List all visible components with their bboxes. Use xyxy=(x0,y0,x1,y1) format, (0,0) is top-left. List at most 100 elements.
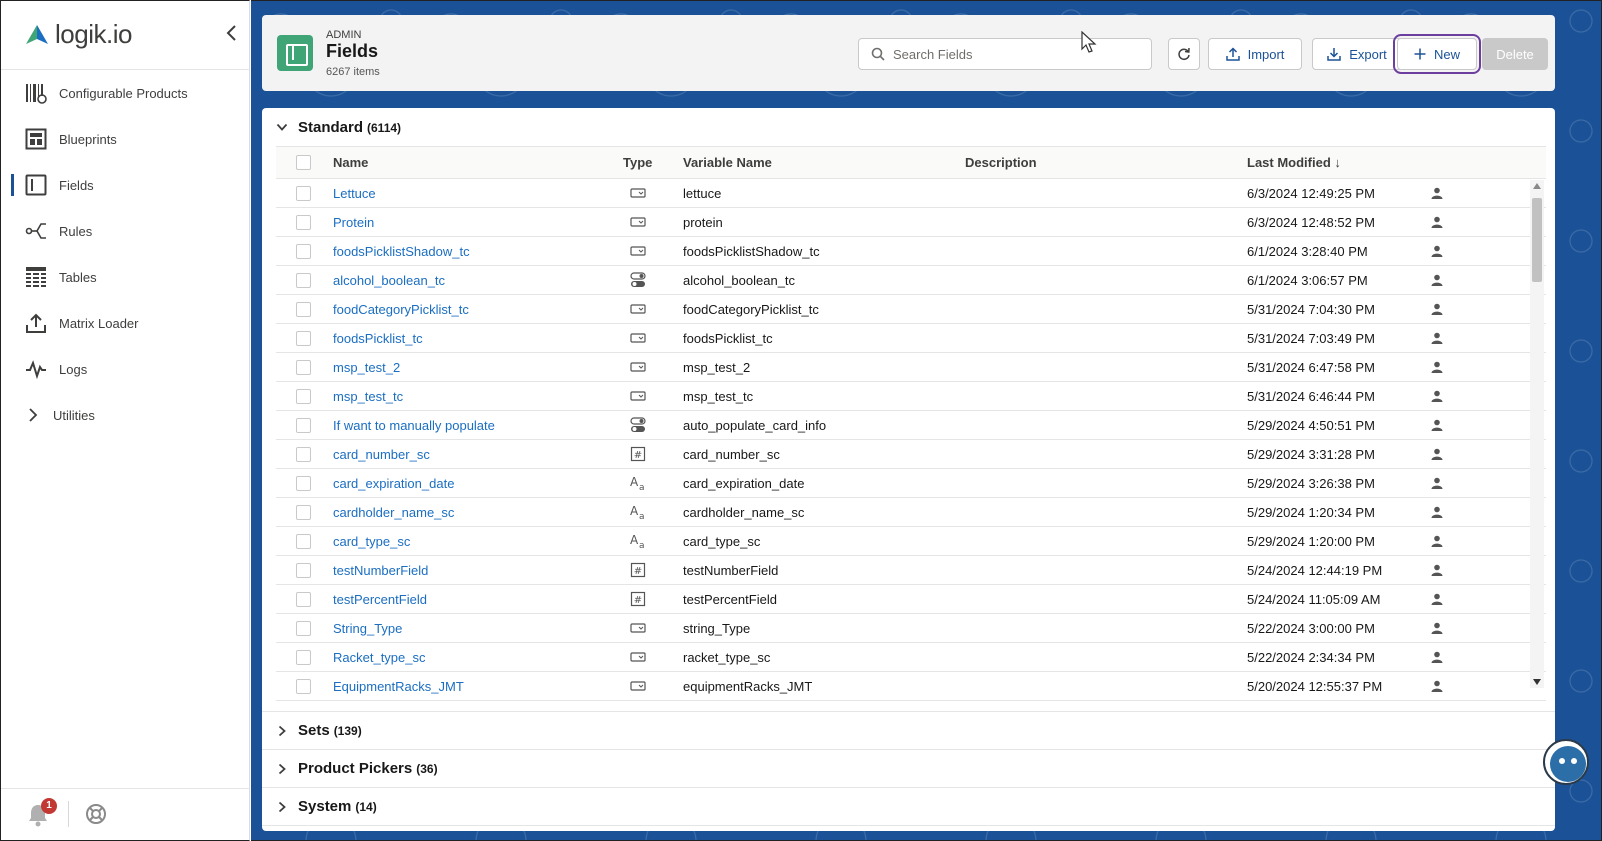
table-row[interactable]: alcohol_boolean_tc alcohol_boolean_tc 6/1/… xyxy=(276,266,1546,295)
field-name-link[interactable]: cardholder_name_sc xyxy=(333,505,454,520)
row-checkbox[interactable] xyxy=(296,620,311,636)
row-checkbox[interactable] xyxy=(296,243,311,259)
row-checkbox[interactable] xyxy=(296,446,311,462)
table-row[interactable]: card_type_sc Aa card_type_sc 5/29/2024 1:20… xyxy=(276,527,1546,556)
user-icon[interactable] xyxy=(1407,448,1467,460)
user-icon[interactable] xyxy=(1407,506,1467,518)
user-icon[interactable] xyxy=(1407,216,1467,228)
row-checkbox[interactable] xyxy=(296,678,311,694)
field-name-link[interactable]: EquipmentRacks_JMT xyxy=(333,679,464,694)
table-row[interactable]: testNumberField # testNumberField 5/24/2024… xyxy=(276,556,1546,585)
user-icon[interactable] xyxy=(1407,274,1467,286)
row-checkbox[interactable] xyxy=(296,388,311,404)
table-row[interactable]: Lettuce lettuce 6/3/2024 12:49:25 PM xyxy=(276,179,1546,208)
table-scrollbar[interactable] xyxy=(1530,180,1544,688)
assistant-bot-icon[interactable] xyxy=(1543,739,1589,785)
sidebar-item-rules[interactable]: Rules xyxy=(1,208,250,254)
row-checkbox[interactable] xyxy=(296,185,311,201)
user-icon[interactable] xyxy=(1407,361,1467,373)
field-name-link[interactable]: card_expiration_date xyxy=(333,476,454,491)
row-checkbox[interactable] xyxy=(296,359,311,375)
user-icon[interactable] xyxy=(1407,390,1467,402)
field-name-link[interactable]: String_Type xyxy=(333,621,402,636)
user-icon[interactable] xyxy=(1407,303,1467,315)
row-checkbox[interactable] xyxy=(296,504,311,520)
system-section-header[interactable]: System (14) xyxy=(262,788,1555,826)
row-checkbox[interactable] xyxy=(296,301,311,317)
row-checkbox[interactable] xyxy=(296,330,311,346)
collapse-sidebar-icon[interactable] xyxy=(223,23,241,43)
scroll-up-icon[interactable] xyxy=(1533,183,1541,189)
sidebar-item-logs[interactable]: Logs xyxy=(1,346,250,392)
table-row[interactable]: Protein protein 6/3/2024 12:48:52 PM xyxy=(276,208,1546,237)
select-all-checkbox[interactable] xyxy=(296,155,311,170)
field-name-link[interactable]: If want to manually populate xyxy=(333,418,495,433)
app-logo[interactable]: logik.io xyxy=(25,19,132,50)
table-row[interactable]: String_Type string_Type 5/22/2024 3:00:00 … xyxy=(276,614,1546,643)
field-name-link[interactable]: card_number_sc xyxy=(333,447,430,462)
table-row[interactable]: msp_test_tc msp_test_tc 5/31/2024 6:46:44 … xyxy=(276,382,1546,411)
sidebar-item-tables[interactable]: Tables xyxy=(1,254,250,300)
delete-button[interactable]: Delete xyxy=(1482,38,1548,70)
field-name-link[interactable]: msp_test_tc xyxy=(333,389,403,404)
field-name-link[interactable]: card_type_sc xyxy=(333,534,410,549)
table-row[interactable]: foodCategoryPicklist_tc foodCategoryPickl… xyxy=(276,295,1546,324)
user-icon[interactable] xyxy=(1407,680,1467,692)
field-name-link[interactable]: alcohol_boolean_tc xyxy=(333,273,445,288)
field-name-link[interactable]: foodsPicklist_tc xyxy=(333,331,423,346)
row-checkbox[interactable] xyxy=(296,475,311,491)
table-row[interactable]: cardholder_name_sc Aa cardholder_name_sc 5/… xyxy=(276,498,1546,527)
column-header-name[interactable]: Name xyxy=(333,155,623,170)
field-name-link[interactable]: foodCategoryPicklist_tc xyxy=(333,302,469,317)
sidebar-item-matrix-loader[interactable]: Matrix Loader xyxy=(1,300,250,346)
row-checkbox[interactable] xyxy=(296,417,311,433)
row-checkbox[interactable] xyxy=(296,591,311,607)
table-row[interactable]: card_number_sc # card_number_sc 5/29/2024 3… xyxy=(276,440,1546,469)
table-row[interactable]: EquipmentRacks_JMT equipmentRacks_JMT 5/20… xyxy=(276,672,1546,701)
column-header-description[interactable]: Description xyxy=(965,155,1247,170)
sets-section-header[interactable]: Sets (139) xyxy=(262,712,1555,750)
new-button[interactable]: New xyxy=(1393,34,1481,74)
refresh-button[interactable] xyxy=(1168,38,1200,70)
user-icon[interactable] xyxy=(1407,187,1467,199)
row-checkbox[interactable] xyxy=(296,562,311,578)
field-name-link[interactable]: Protein xyxy=(333,215,374,230)
scroll-down-icon[interactable] xyxy=(1533,679,1541,685)
row-checkbox[interactable] xyxy=(296,272,311,288)
table-row[interactable]: testPercentField # testPercentField 5/24/20… xyxy=(276,585,1546,614)
table-row[interactable]: card_expiration_date Aa card_expiration_da… xyxy=(276,469,1546,498)
sidebar-item-fields[interactable]: Fields xyxy=(1,162,250,208)
import-button[interactable]: Import xyxy=(1208,38,1302,70)
table-row[interactable]: msp_test_2 msp_test_2 5/31/2024 6:47:58 PM xyxy=(276,353,1546,382)
column-header-type[interactable]: Type xyxy=(623,155,683,170)
field-name-link[interactable]: foodsPicklistShadow_tc xyxy=(333,244,470,259)
table-row[interactable]: Racket_type_sc racket_type_sc 5/22/2024 2:… xyxy=(276,643,1546,672)
help-lifebuoy-icon[interactable] xyxy=(85,803,107,825)
user-icon[interactable] xyxy=(1407,535,1467,547)
row-checkbox[interactable] xyxy=(296,214,311,230)
user-icon[interactable] xyxy=(1407,651,1467,663)
table-row[interactable]: If want to manually populate auto_populat… xyxy=(276,411,1546,440)
user-icon[interactable] xyxy=(1407,332,1467,344)
field-name-link[interactable]: testPercentField xyxy=(333,592,427,607)
product-pickers-section-header[interactable]: Product Pickers (36) xyxy=(262,750,1555,788)
user-icon[interactable] xyxy=(1407,564,1467,576)
user-icon[interactable] xyxy=(1407,419,1467,431)
table-row[interactable]: foodsPicklistShadow_tc foodsPicklistShado… xyxy=(276,237,1546,266)
export-button[interactable]: Export xyxy=(1312,38,1402,70)
column-header-modified[interactable]: Last Modified ↓ xyxy=(1247,155,1407,170)
sidebar-item-utilities[interactable]: Utilities xyxy=(1,392,250,438)
user-icon[interactable] xyxy=(1407,622,1467,634)
row-checkbox[interactable] xyxy=(296,533,311,549)
user-icon[interactable] xyxy=(1407,477,1467,489)
standard-section-header[interactable]: Standard (6114) xyxy=(262,108,1555,146)
row-checkbox[interactable] xyxy=(296,649,311,665)
field-name-link[interactable]: Racket_type_sc xyxy=(333,650,426,665)
scroll-thumb[interactable] xyxy=(1532,198,1542,282)
search-box[interactable] xyxy=(858,38,1152,70)
sidebar-item-blueprints[interactable]: Blueprints xyxy=(1,116,250,162)
field-name-link[interactable]: testNumberField xyxy=(333,563,428,578)
user-icon[interactable] xyxy=(1407,245,1467,257)
column-header-variable[interactable]: Variable Name xyxy=(683,155,965,170)
user-icon[interactable] xyxy=(1407,593,1467,605)
